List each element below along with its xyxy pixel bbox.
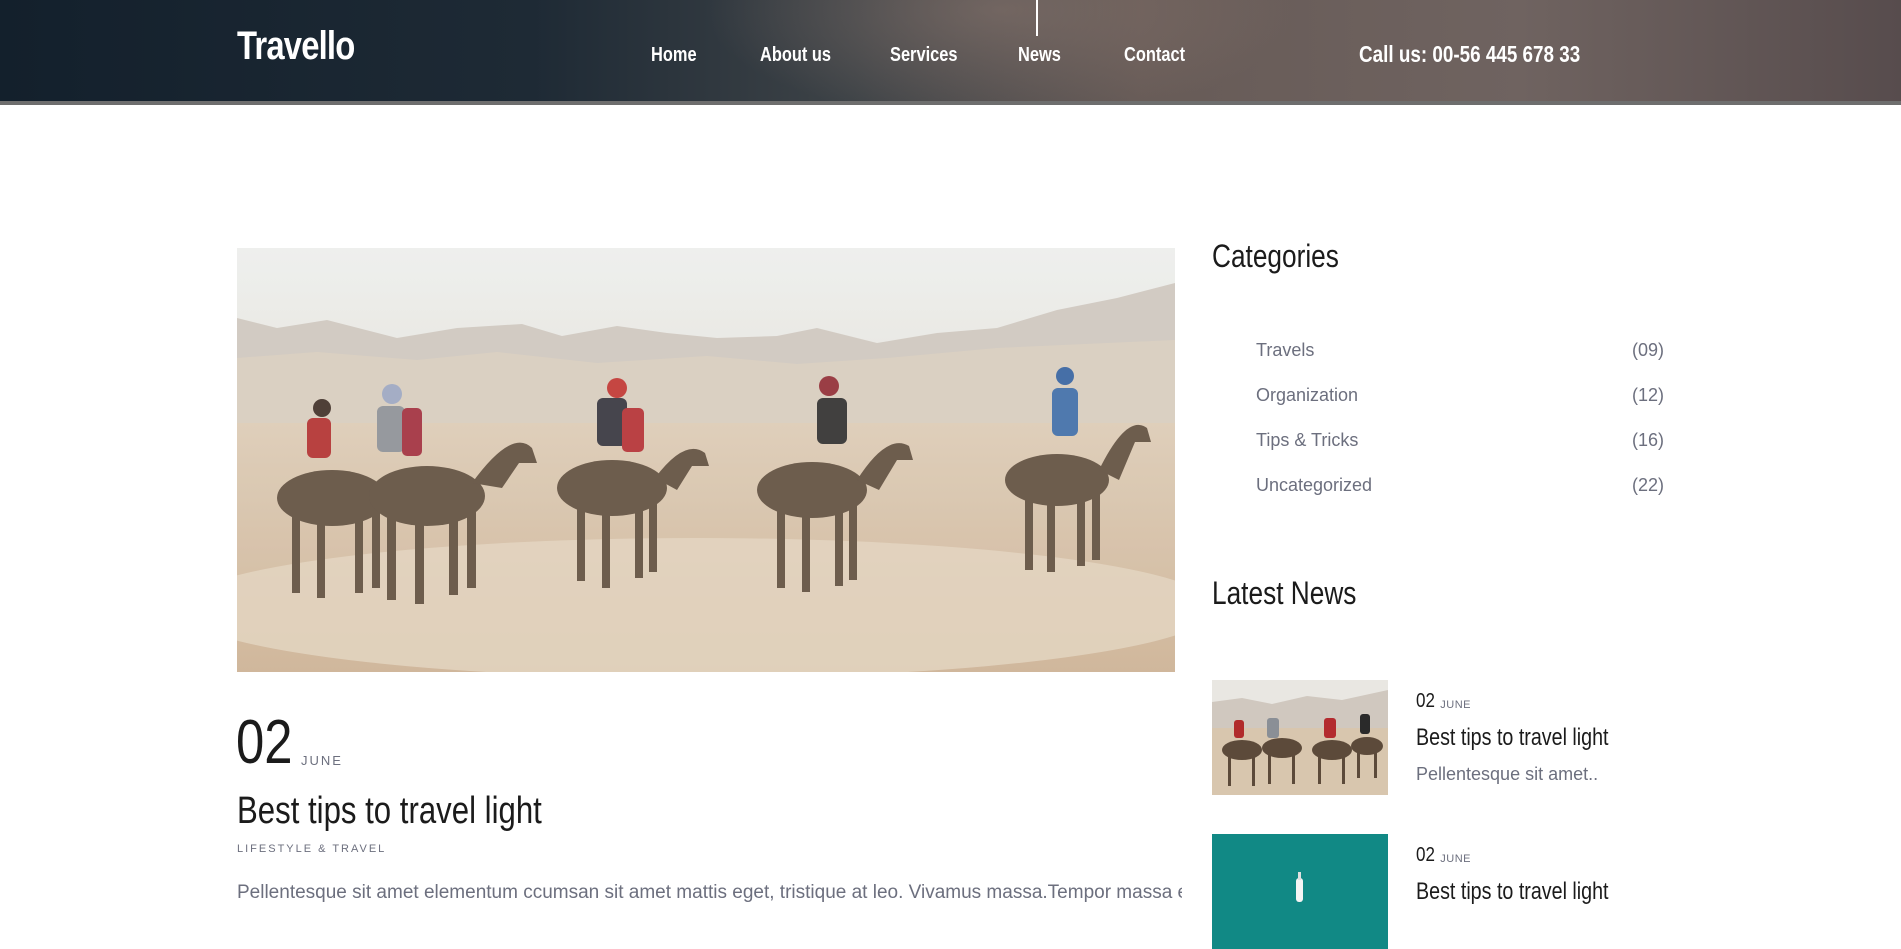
category-count: (09) [1631,340,1664,360]
site-header: Travello Home About us Services News Con… [0,0,1901,105]
nav-home[interactable]: Home [651,44,697,67]
news-day: 02 [1416,690,1435,712]
news-day: 02 [1416,844,1435,866]
category-count: (22) [1631,475,1664,495]
post-excerpt: Pellentesque sit amet elementum ccumsan … [237,882,1182,903]
category-name: Uncategorized [1256,475,1373,495]
news-date: 02 JUNE [1416,844,1471,867]
phone-number[interactable]: Call us: 00-56 445 678 33 [1359,41,1580,68]
categories-list: Travels (09) Organization (12) Tips & Tr… [1256,340,1664,520]
category-name: Tips & Tricks [1256,430,1359,450]
post-title[interactable]: Best tips to travel light [237,790,542,833]
category-item-travels[interactable]: Travels (09) [1256,340,1664,385]
category-item-tips-tricks[interactable]: Tips & Tricks (16) [1256,430,1664,475]
latest-news-item[interactable]: 02 JUNE Best tips to travel light Pellen… [1212,680,1672,795]
nav-about-us[interactable]: About us [760,44,831,67]
news-title[interactable]: Best tips to travel light [1416,724,1609,752]
category-item-uncategorized[interactable]: Uncategorized (22) [1256,475,1664,520]
news-excerpt: Pellentesque sit amet.. [1416,764,1599,784]
post-day: 02 [236,708,293,777]
news-month: JUNE [1440,853,1471,865]
categories-heading: Categories [1212,238,1339,274]
category-item-organization[interactable]: Organization (12) [1256,385,1664,430]
latest-news-heading: Latest News [1212,575,1357,611]
news-date: 02 JUNE [1416,690,1471,713]
news-thumbnail[interactable] [1212,834,1388,949]
post-month: JUNE [300,753,343,768]
post-hero-image[interactable] [237,248,1175,672]
category-count: (12) [1631,385,1664,405]
main-nav: Home About us Services News Contact [0,44,1901,74]
latest-news-item[interactable]: 02 JUNE Best tips to travel light [1212,834,1672,949]
news-thumbnail[interactable] [1212,680,1388,795]
active-nav-indicator [1036,0,1038,36]
nav-services[interactable]: Services [890,44,957,67]
post-category-meta: LIFESTYLE & TRAVEL [237,843,387,855]
category-name: Travels [1256,340,1315,360]
nav-news[interactable]: News [1018,44,1061,67]
nav-contact[interactable]: Contact [1124,44,1185,67]
category-name: Organization [1256,385,1359,405]
post-date: 02 JUNE [236,712,343,774]
category-count: (16) [1631,430,1664,450]
news-title[interactable]: Best tips to travel light [1416,878,1609,906]
news-month: JUNE [1440,699,1471,711]
